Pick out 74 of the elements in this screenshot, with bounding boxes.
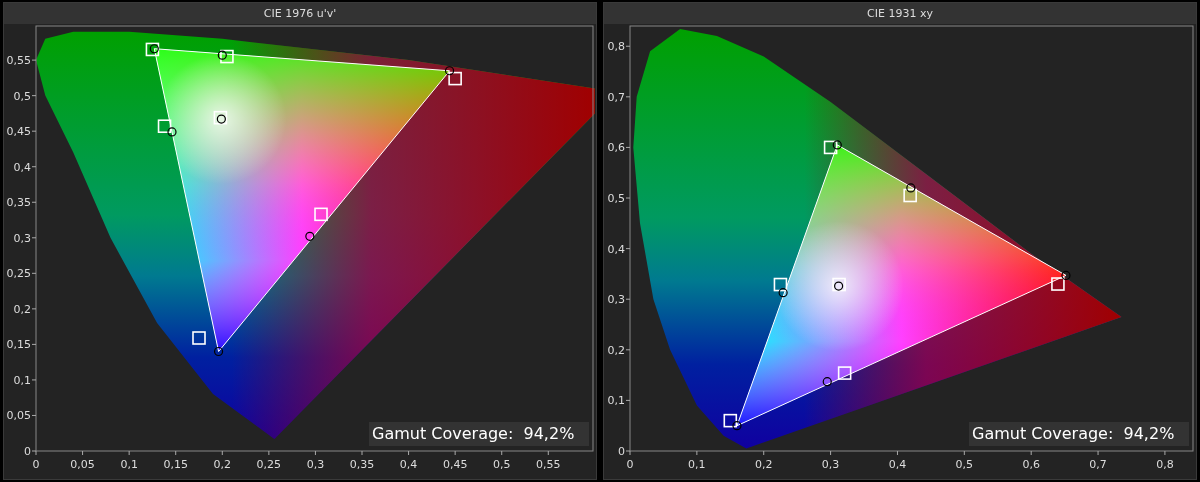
tick-label: 0,5 — [607, 192, 625, 205]
tick-label: 0,35 — [6, 196, 31, 210]
gamut-coverage-text: Gamut Coverage: 94,2% — [969, 422, 1189, 446]
tick-label: 0 — [32, 458, 40, 471]
target-marker — [448, 71, 462, 86]
measured-marker — [167, 127, 177, 137]
measured-marker — [444, 66, 455, 76]
tick-label: 0,2 — [607, 343, 625, 357]
measured-marker — [822, 377, 832, 387]
measured-marker — [732, 421, 742, 431]
tick-label: 0 — [618, 445, 625, 458]
target-marker — [903, 188, 917, 203]
measured-marker — [217, 50, 227, 60]
measured-marker — [778, 288, 788, 298]
measured-marker — [149, 44, 159, 54]
target-marker — [837, 366, 852, 380]
target-marker — [823, 140, 838, 155]
tick-label: 0,1 — [688, 458, 706, 471]
measured-marker — [305, 231, 315, 241]
tick-label: 0,45 — [442, 458, 468, 471]
tick-label: 0,2 — [755, 458, 773, 471]
tick-label: 0,7 — [1089, 458, 1107, 471]
target-marker — [832, 277, 846, 292]
tick-label: 0,5 — [13, 89, 31, 103]
tick-label: 0,15 — [6, 338, 31, 352]
tick-label: 0,3 — [306, 458, 325, 471]
measured-marker — [906, 183, 916, 193]
chart-title: CIE 1976 u'v' — [263, 7, 337, 20]
tick-label: 0,4 — [399, 458, 418, 471]
target-marker — [723, 413, 738, 428]
tick-label: 0,3 — [13, 231, 31, 245]
target-marker — [220, 49, 234, 64]
tick-label: 0,4 — [888, 458, 907, 471]
target-marker — [314, 207, 328, 222]
tick-label: 0,1 — [13, 373, 31, 387]
tick-label: 0 — [626, 458, 634, 471]
target-marker — [773, 277, 788, 292]
measured-marker — [832, 140, 842, 150]
tick-label: 0,3 — [821, 458, 840, 471]
tick-label: 0,8 — [1156, 458, 1174, 471]
tick-label: 0,55 — [6, 54, 31, 68]
tick-label: 0,7 — [607, 90, 625, 104]
tick-label: 0,05 — [70, 458, 95, 471]
measured-marker — [216, 114, 226, 124]
tick-label: 0 — [24, 445, 31, 458]
tick-label: 0,25 — [256, 458, 282, 471]
target-marker — [1051, 277, 1065, 291]
tick-label: 0,2 — [13, 302, 31, 316]
tick-label: 0,55 — [536, 458, 561, 471]
tick-label: 0,6 — [1022, 458, 1040, 471]
tick-label: 0,1 — [607, 394, 625, 408]
tick-label: 0,5 — [492, 458, 511, 471]
measured-marker — [1061, 270, 1071, 281]
tick-label: 0,2 — [213, 458, 232, 471]
measured-marker — [213, 346, 224, 357]
tick-label: 0,3 — [607, 293, 625, 307]
tick-label: 0,1 — [120, 458, 138, 471]
target-marker — [145, 42, 160, 57]
tick-label: 0,5 — [955, 458, 974, 471]
tick-label: 0,05 — [6, 409, 31, 423]
tick-label: 0,6 — [607, 141, 625, 155]
target-marker — [192, 331, 206, 345]
tick-label: 0,25 — [6, 267, 31, 281]
tick-label: 0,4 — [13, 160, 31, 174]
chart-title: CIE 1931 xy — [867, 7, 933, 20]
measured-marker — [834, 281, 844, 291]
tick-label: 0,45 — [6, 125, 31, 139]
gamut-coverage-text: Gamut Coverage: 94,2% — [369, 422, 589, 446]
target-marker — [157, 119, 172, 133]
tick-label: 0,15 — [163, 458, 188, 471]
target-marker — [213, 110, 228, 125]
tick-label: 0,4 — [607, 242, 625, 256]
tick-label: 0,8 — [607, 40, 625, 54]
tick-label: 0,35 — [349, 458, 375, 471]
